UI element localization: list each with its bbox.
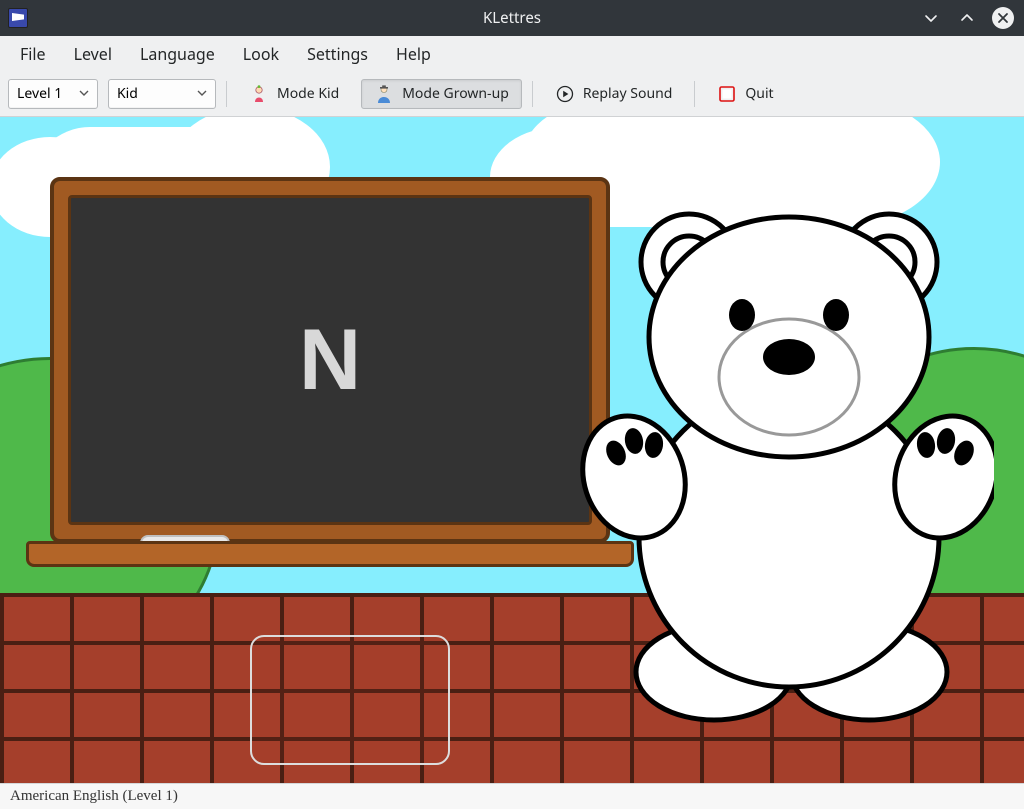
replay-sound-label: Replay Sound — [583, 84, 673, 103]
minimize-button[interactable] — [920, 7, 942, 29]
menu-help[interactable]: Help — [384, 37, 443, 71]
statusbar: American English (Level 1) — [0, 783, 1024, 809]
game-canvas: N — [0, 116, 1024, 783]
blackboard-slate: N — [68, 195, 592, 525]
kid-icon — [249, 84, 269, 104]
toolbar: Level 1 Kid Mode Kid — [0, 72, 1024, 116]
menu-level[interactable]: Level — [62, 37, 124, 71]
quit-icon — [717, 84, 737, 104]
replay-sound-button[interactable]: Replay Sound — [543, 79, 685, 109]
menu-language[interactable]: Language — [128, 37, 227, 71]
current-letter: N — [299, 311, 361, 410]
menu-look[interactable]: Look — [231, 37, 291, 71]
mode-kid-label: Mode Kid — [277, 84, 339, 103]
menu-settings[interactable]: Settings — [295, 37, 380, 71]
blackboard-ledge — [26, 541, 634, 567]
play-icon — [555, 84, 575, 104]
look-selector[interactable]: Kid — [108, 79, 216, 109]
look-selector-value: Kid — [117, 84, 138, 103]
toolbar-separator — [694, 81, 695, 107]
level-selector-value: Level 1 — [17, 84, 62, 103]
application-window: KLettres File Level Language Look Settin… — [0, 0, 1024, 809]
titlebar: KLettres — [0, 0, 1024, 36]
app-icon — [8, 8, 28, 28]
close-button[interactable] — [992, 7, 1014, 29]
status-text: American English (Level 1) — [10, 788, 178, 805]
bear-character — [574, 167, 994, 727]
mode-grownup-label: Mode Grown-up — [402, 84, 509, 103]
window-controls — [920, 7, 1024, 29]
grownup-icon — [374, 84, 394, 104]
menubar: File Level Language Look Settings Help — [0, 36, 1024, 72]
chevron-down-icon — [79, 84, 89, 103]
quit-label: Quit — [745, 84, 773, 103]
mode-kid-button[interactable]: Mode Kid — [237, 79, 351, 109]
toolbar-separator — [532, 81, 533, 107]
chevron-down-icon — [197, 84, 207, 103]
mode-grownup-button[interactable]: Mode Grown-up — [361, 79, 522, 109]
menu-file[interactable]: File — [8, 37, 58, 71]
blackboard: N — [50, 177, 610, 557]
blackboard-frame: N — [50, 177, 610, 543]
answer-input[interactable] — [250, 635, 450, 765]
level-selector[interactable]: Level 1 — [8, 79, 98, 109]
toolbar-separator — [226, 81, 227, 107]
window-title: KLettres — [0, 8, 1024, 28]
maximize-button[interactable] — [956, 7, 978, 29]
quit-button[interactable]: Quit — [705, 79, 785, 109]
